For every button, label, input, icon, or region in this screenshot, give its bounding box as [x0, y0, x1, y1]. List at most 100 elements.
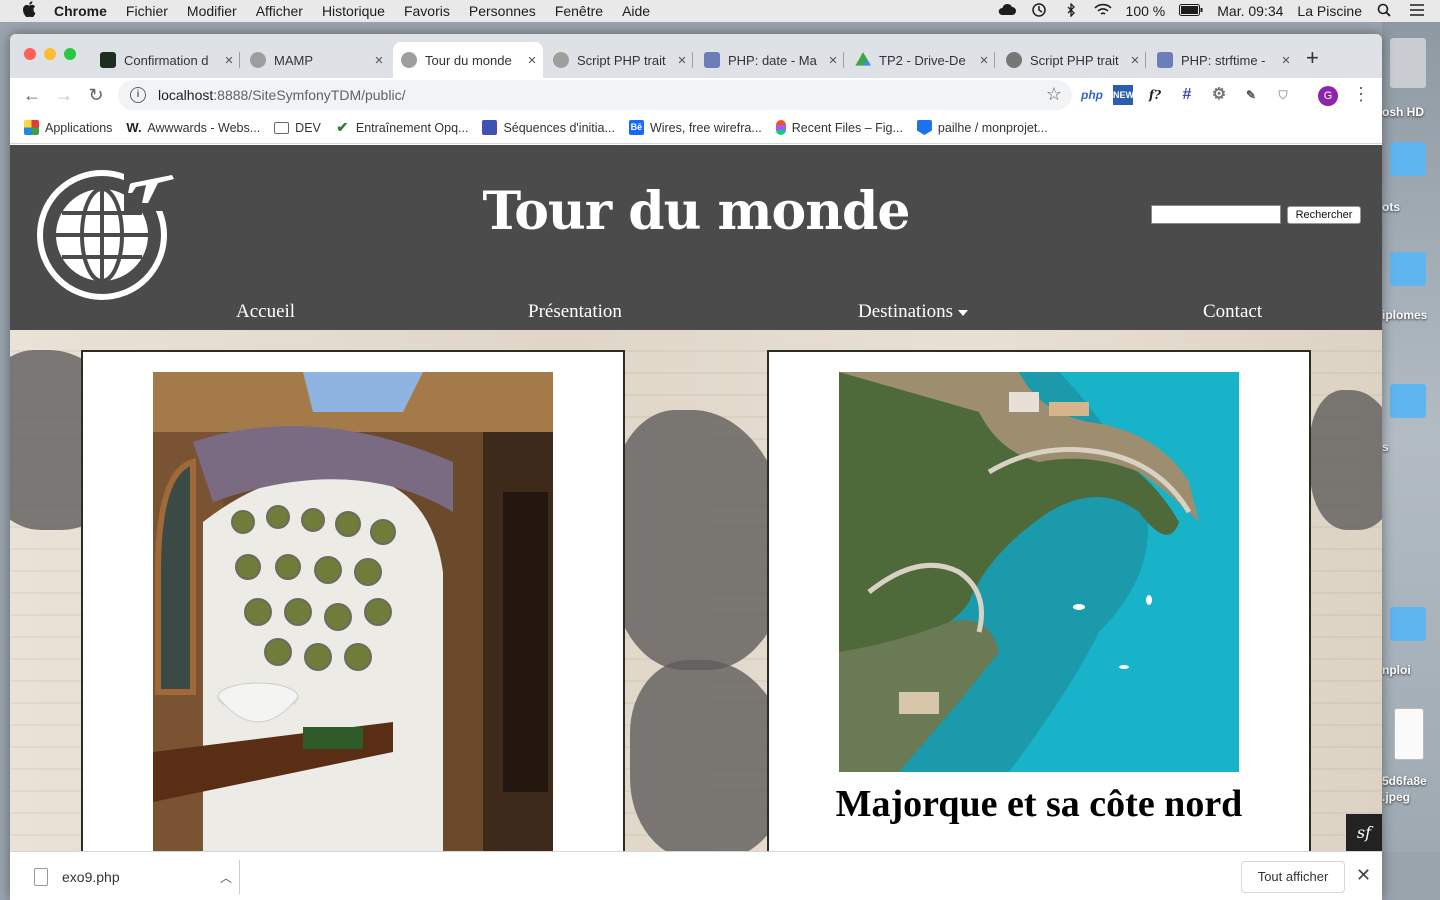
zoom-window-button[interactable]: [64, 48, 76, 60]
bathroom-photo[interactable]: [153, 372, 553, 851]
nav-destinations[interactable]: Destinations: [858, 301, 968, 323]
menu-favoris[interactable]: Favoris: [404, 3, 450, 19]
menu-app-name[interactable]: Chrome: [54, 3, 107, 19]
nav-presentation[interactable]: Présentation: [528, 301, 622, 323]
battery-icon[interactable]: [1179, 3, 1203, 19]
opquast-icon: ✔: [334, 119, 350, 135]
chevron-up-icon[interactable]: ︿: [220, 869, 232, 886]
menu-personnes[interactable]: Personnes: [469, 3, 536, 19]
tab-close-icon[interactable]: ×: [521, 52, 543, 69]
menu-fenetre[interactable]: Fenêtre: [555, 3, 603, 19]
tab-php-strftime[interactable]: PHP: strftime - ×: [1149, 42, 1297, 78]
tab-script-php-2[interactable]: Script PHP trait ×: [998, 42, 1146, 78]
php-extension-icon[interactable]: php: [1081, 85, 1103, 105]
menu-modifier[interactable]: Modifier: [187, 3, 237, 19]
tab-tour-du-monde[interactable]: Tour du monde ×: [393, 42, 543, 78]
battery-percent: 100 %: [1125, 3, 1166, 19]
reload-button[interactable]: ↻: [85, 84, 107, 106]
bookmark-figma[interactable]: Recent Files – Fig...: [775, 120, 903, 135]
wifi-icon[interactable]: [1093, 3, 1112, 20]
bookmark-dev[interactable]: DEV: [274, 121, 321, 135]
destination-card[interactable]: Majorque et sa côte nord: [767, 350, 1311, 851]
image-file-icon[interactable]: [1394, 708, 1424, 760]
nav-accueil[interactable]: Accueil: [236, 301, 295, 323]
tab-script-php-1[interactable]: Script PHP trait ×: [545, 42, 693, 78]
new-tab-button[interactable]: +: [1306, 47, 1319, 69]
tab-close-icon[interactable]: ×: [368, 52, 390, 69]
bookmark-awwwards[interactable]: W. Awwwards - Webs...: [126, 120, 260, 135]
tab-php-date[interactable]: PHP: date - Ma ×: [696, 42, 844, 78]
sequences-icon: [482, 120, 498, 135]
back-button[interactable]: ←: [21, 84, 43, 106]
close-window-button[interactable]: [24, 48, 36, 60]
user-name[interactable]: La Piscine: [1297, 3, 1362, 19]
globe-plane-logo-icon[interactable]: [36, 153, 176, 305]
apple-menu-icon[interactable]: [20, 1, 38, 21]
desktop-label-image[interactable]: 5d6fa8e: [1382, 774, 1440, 788]
tab-confirmation[interactable]: Confirmation d ×: [92, 42, 240, 78]
site-info-icon[interactable]: i: [130, 87, 146, 103]
time-machine-icon[interactable]: [1030, 2, 1048, 20]
nav-contact[interactable]: Contact: [1203, 301, 1262, 323]
tab-close-icon[interactable]: ×: [218, 52, 240, 69]
settings-extension-icon[interactable]: ⚙: [1209, 85, 1229, 105]
folder-icon[interactable]: [1390, 252, 1426, 286]
menu-historique[interactable]: Historique: [322, 3, 385, 19]
menu-afficher[interactable]: Afficher: [256, 3, 303, 19]
close-icon[interactable]: ✕: [1356, 865, 1371, 886]
bookmark-star-icon[interactable]: ☆: [1046, 84, 1062, 105]
search-input[interactable]: [1151, 205, 1281, 224]
bookmark-applications[interactable]: Applications: [24, 120, 112, 135]
search-button[interactable]: Rechercher: [1287, 206, 1361, 224]
symfony-toolbar-icon[interactable]: sf: [1346, 814, 1382, 851]
hard-drive-icon[interactable]: [1390, 38, 1426, 88]
creative-cloud-icon[interactable]: [998, 3, 1016, 20]
tab-close-icon[interactable]: ×: [671, 52, 693, 69]
show-all-downloads-button[interactable]: Tout afficher: [1241, 861, 1345, 893]
tab-separator: [843, 52, 844, 68]
forward-button[interactable]: →: [53, 84, 75, 106]
notification-center-icon[interactable]: [1408, 3, 1426, 20]
tab-close-icon[interactable]: ×: [973, 52, 995, 69]
tab-close-icon[interactable]: ×: [1124, 52, 1146, 69]
bookmark-pailhe[interactable]: pailhe / monprojet...: [916, 120, 1048, 135]
spotlight-icon[interactable]: [1376, 3, 1394, 20]
bookmark-label: Applications: [45, 120, 113, 135]
destination-card[interactable]: [81, 350, 625, 851]
file-icon: [34, 868, 48, 886]
download-item[interactable]: exo9.php ︿: [30, 860, 238, 894]
tab-close-icon[interactable]: ×: [822, 52, 844, 69]
menu-fichier[interactable]: Fichier: [126, 3, 168, 19]
clock[interactable]: Mar. 09:34: [1217, 3, 1283, 19]
bookmark-wires[interactable]: Bē Wires, free wirefra...: [628, 120, 762, 135]
tab-drive[interactable]: TP2 - Drive-De ×: [847, 42, 995, 78]
tab-label: Script PHP trait: [1030, 52, 1119, 68]
desktop-label-emploi[interactable]: nploi: [1382, 663, 1440, 677]
majorca-coast-photo[interactable]: [839, 372, 1239, 772]
folder-icon[interactable]: [1390, 384, 1426, 418]
chrome-menu-icon[interactable]: ⋮: [1352, 84, 1370, 105]
new-extension-icon[interactable]: NEW: [1113, 85, 1134, 105]
menu-aide[interactable]: Aide: [622, 3, 650, 19]
desktop-label-diplomes[interactable]: iplomes: [1382, 308, 1440, 322]
bluetooth-icon[interactable]: [1062, 2, 1080, 20]
desktop-label-ots[interactable]: ots: [1382, 200, 1440, 214]
shield-extension-icon[interactable]: ⛉: [1273, 85, 1293, 105]
bookmark-sequences[interactable]: Séquences d'initia...: [482, 120, 615, 135]
grid-extension-icon[interactable]: #: [1177, 85, 1197, 105]
profile-avatar[interactable]: G: [1318, 86, 1338, 106]
bookmark-opquast[interactable]: ✔ Entraînement Opq...: [334, 119, 468, 135]
folder-icon[interactable]: [1390, 142, 1426, 176]
folder-icon[interactable]: [1390, 607, 1426, 641]
tab-close-icon[interactable]: ×: [1275, 52, 1297, 69]
desktop-label-s[interactable]: s: [1382, 440, 1440, 454]
eyedropper-extension-icon[interactable]: ✎: [1241, 85, 1261, 105]
tab-mamp[interactable]: MAMP ×: [242, 42, 390, 78]
desktop-label-hd[interactable]: osh HD: [1382, 105, 1440, 119]
font-extension-icon[interactable]: f?: [1145, 85, 1165, 105]
tab-favicon-icon: [1157, 52, 1173, 68]
address-bar[interactable]: i localhost:8888/SiteSymfonyTDM/public/ …: [118, 80, 1072, 110]
desktop-label-ext[interactable]: .jpeg: [1382, 790, 1440, 804]
nav-destinations-label: Destinations: [858, 301, 953, 322]
minimize-window-button[interactable]: [44, 48, 56, 60]
